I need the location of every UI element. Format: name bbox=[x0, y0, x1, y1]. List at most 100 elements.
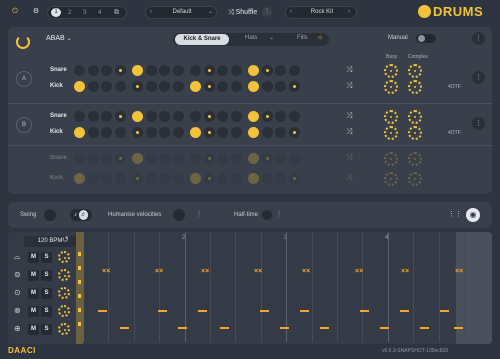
step-button[interactable] bbox=[275, 153, 286, 164]
step-button[interactable] bbox=[261, 153, 273, 164]
step-button[interactable] bbox=[159, 111, 170, 122]
step-button[interactable] bbox=[172, 153, 184, 164]
step-button[interactable] bbox=[203, 127, 215, 138]
preset-selector[interactable]: ‹ Default ⌄ bbox=[145, 6, 217, 19]
step-button[interactable] bbox=[288, 111, 300, 122]
step-button[interactable] bbox=[101, 127, 112, 138]
step-button[interactable] bbox=[159, 65, 170, 76]
drum-note[interactable] bbox=[380, 327, 389, 329]
kit-selector[interactable]: ‹ Rock Kit › bbox=[285, 6, 357, 19]
step-button[interactable] bbox=[261, 81, 273, 92]
step-button[interactable] bbox=[172, 65, 184, 76]
step-button[interactable] bbox=[217, 153, 228, 164]
humanise-knob[interactable] bbox=[173, 209, 185, 221]
drum-note[interactable] bbox=[454, 327, 463, 329]
chevron-down-icon[interactable]: ⌄ bbox=[208, 7, 213, 17]
solo-button[interactable]: S bbox=[41, 288, 52, 299]
mute-button[interactable]: M bbox=[28, 288, 39, 299]
step-button[interactable] bbox=[114, 65, 126, 76]
step-button[interactable] bbox=[230, 173, 242, 184]
pattern-power-icon[interactable] bbox=[16, 35, 30, 49]
step-button[interactable] bbox=[101, 81, 112, 92]
drum-note[interactable] bbox=[158, 310, 167, 312]
step-button[interactable] bbox=[288, 173, 300, 184]
manual-toggle[interactable] bbox=[416, 34, 436, 43]
complex-knob[interactable] bbox=[408, 64, 422, 78]
step-button[interactable] bbox=[87, 173, 99, 184]
step-button[interactable] bbox=[288, 153, 300, 164]
step-button[interactable] bbox=[159, 173, 170, 184]
busy-knob[interactable] bbox=[384, 110, 398, 124]
busy-knob[interactable] bbox=[384, 80, 398, 94]
chevron-left-icon[interactable]: ‹ bbox=[290, 7, 292, 17]
mute-button[interactable]: M bbox=[28, 306, 39, 317]
track-volume-knob[interactable] bbox=[58, 323, 70, 335]
step-button[interactable] bbox=[217, 111, 228, 122]
shuffle-row-icon[interactable]: ⤨ bbox=[346, 111, 352, 121]
solo-button[interactable]: S bbox=[41, 270, 52, 281]
fingerprint-icon[interactable]: ◉ bbox=[466, 208, 480, 222]
mute-button[interactable]: M bbox=[28, 270, 39, 281]
step-button[interactable] bbox=[261, 173, 273, 184]
swing-knob[interactable] bbox=[44, 209, 56, 221]
step-button[interactable] bbox=[203, 111, 215, 122]
step-button[interactable] bbox=[275, 173, 286, 184]
page-4-button[interactable]: 4 bbox=[98, 8, 101, 18]
hat-note[interactable]: ×× bbox=[254, 268, 262, 275]
step-button[interactable] bbox=[203, 153, 215, 164]
power-icon[interactable]: ⏻ bbox=[10, 7, 20, 17]
step-button[interactable] bbox=[145, 65, 157, 76]
mute-button[interactable]: M bbox=[28, 324, 39, 335]
step-button[interactable] bbox=[248, 111, 259, 122]
step-button[interactable] bbox=[101, 153, 112, 164]
step-button[interactable] bbox=[87, 81, 99, 92]
shuffle-menu-icon[interactable]: ⋮ bbox=[262, 7, 272, 17]
step-button[interactable] bbox=[288, 65, 300, 76]
step-button[interactable] bbox=[230, 127, 242, 138]
solo-button[interactable]: S bbox=[41, 324, 52, 335]
track-volume-knob[interactable] bbox=[58, 269, 70, 281]
step-button[interactable] bbox=[74, 111, 85, 122]
drum-note[interactable] bbox=[260, 310, 269, 312]
shuffle-row-icon[interactable]: ⤨ bbox=[346, 81, 352, 91]
step-button[interactable] bbox=[190, 173, 201, 184]
step-button[interactable] bbox=[132, 173, 143, 184]
loop-icon[interactable]: ↺ bbox=[62, 235, 69, 244]
step-button[interactable] bbox=[114, 81, 126, 92]
step-button[interactable] bbox=[288, 81, 300, 92]
step-button[interactable] bbox=[230, 65, 242, 76]
step-button[interactable] bbox=[159, 81, 170, 92]
step-button[interactable] bbox=[203, 65, 215, 76]
step-button[interactable] bbox=[114, 153, 126, 164]
step-button[interactable] bbox=[114, 127, 126, 138]
halftime-toggle[interactable] bbox=[262, 210, 272, 220]
drum-note[interactable] bbox=[420, 327, 429, 329]
hat-note[interactable]: ×× bbox=[102, 268, 110, 275]
step-button[interactable] bbox=[261, 127, 273, 138]
hat-note[interactable]: ×× bbox=[401, 268, 409, 275]
section-label-b[interactable]: B bbox=[16, 117, 32, 133]
shuffle-row-icon[interactable]: ⤨ bbox=[346, 65, 352, 75]
step-button[interactable] bbox=[145, 173, 157, 184]
drum-note[interactable] bbox=[360, 310, 369, 312]
hat-note[interactable]: ×× bbox=[355, 268, 363, 275]
step-button[interactable] bbox=[114, 111, 126, 122]
step-button[interactable] bbox=[74, 173, 85, 184]
shuffle-button[interactable]: ⤨ Shuffle bbox=[228, 6, 257, 19]
step-button[interactable] bbox=[87, 65, 99, 76]
tab-fills[interactable]: Fills bbox=[297, 35, 308, 41]
step-button[interactable] bbox=[230, 111, 242, 122]
solo-button[interactable]: S bbox=[41, 306, 52, 317]
step-button[interactable] bbox=[101, 65, 112, 76]
step-button[interactable] bbox=[172, 173, 184, 184]
busy-knob[interactable] bbox=[384, 172, 398, 186]
step-button[interactable] bbox=[87, 127, 99, 138]
drum-note[interactable] bbox=[120, 327, 129, 329]
step-button[interactable] bbox=[145, 81, 157, 92]
step-button[interactable] bbox=[275, 127, 286, 138]
step-button[interactable] bbox=[203, 173, 215, 184]
step-button[interactable] bbox=[87, 111, 99, 122]
step-button[interactable] bbox=[190, 153, 201, 164]
step-button[interactable] bbox=[132, 65, 143, 76]
step-button[interactable] bbox=[275, 65, 286, 76]
